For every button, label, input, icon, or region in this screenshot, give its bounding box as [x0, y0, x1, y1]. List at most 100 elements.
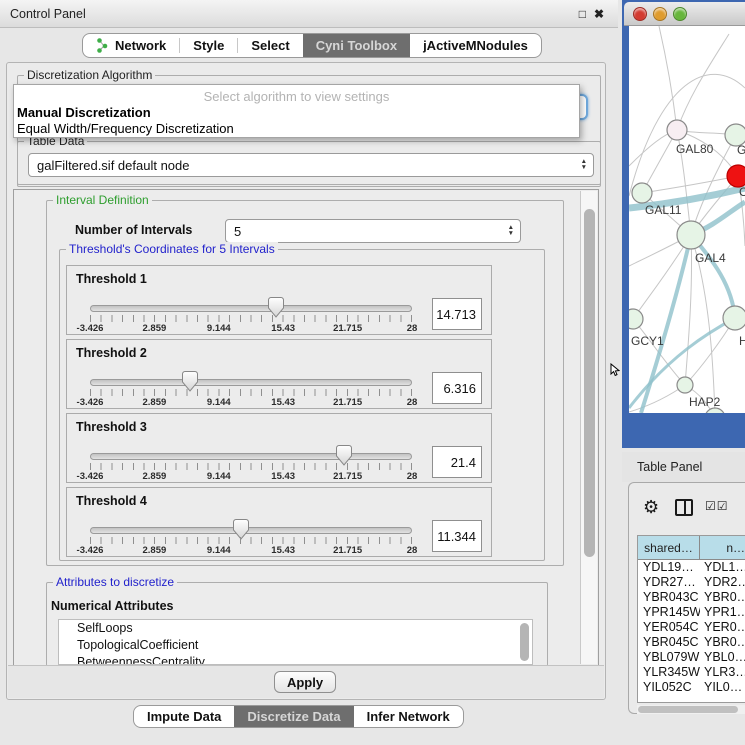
cell[interactable]: YLR345W — [638, 665, 700, 680]
table-row[interactable]: YBL079WYBL0… — [638, 650, 745, 665]
tab-cyni-toolbox[interactable]: Cyni Toolbox — [303, 34, 410, 57]
node-label-cut: C — [739, 185, 745, 199]
table-row[interactable]: YER054CYER0… — [638, 620, 745, 635]
discretization-algorithm-group-title: Discretization Algorithm — [24, 68, 155, 82]
network-node[interactable] — [632, 183, 652, 203]
select-columns-icon[interactable]: ☑☑ — [705, 499, 729, 513]
column-header-name[interactable]: n… — [700, 536, 745, 559]
tab-infer-network[interactable]: Infer Network — [354, 706, 463, 727]
scale-label: -3.426 — [77, 545, 104, 556]
columns-icon[interactable] — [675, 499, 693, 516]
table-panel-titlebar: Table Panel — [622, 452, 745, 482]
tab-style[interactable]: Style — [180, 34, 237, 57]
table-row[interactable]: YDR27…YDR2… — [638, 575, 745, 590]
threshold-1-value-field[interactable]: 14.713 — [432, 298, 482, 330]
list-item[interactable]: SelfLoops — [59, 620, 532, 637]
list-scrollbar-thumb[interactable] — [520, 623, 529, 661]
column-header-shared-name[interactable]: shared… — [638, 536, 700, 559]
tab-impute-data[interactable]: Impute Data — [134, 706, 234, 727]
network-node[interactable] — [677, 377, 693, 393]
network-node[interactable] — [723, 306, 745, 330]
cell[interactable]: YDL1… — [700, 560, 745, 575]
network-node[interactable] — [677, 221, 705, 249]
float-window-icon[interactable]: □ — [579, 7, 586, 21]
table-row[interactable]: YPR145WYPR1… — [638, 605, 745, 620]
scale-label: 15.43 — [271, 323, 295, 334]
algorithm-option-equal-width[interactable]: Equal Width/Frequency Discretization — [17, 121, 234, 136]
settings-vertical-scrollbar[interactable] — [580, 191, 597, 664]
cell[interactable]: YDL19… — [638, 560, 700, 575]
cell[interactable]: YBR045C — [638, 635, 700, 650]
network-node[interactable] — [667, 120, 687, 140]
threshold-3-value-field[interactable]: 21.4 — [432, 446, 482, 478]
cell[interactable]: YPR145W — [638, 605, 700, 620]
tab-jactivemnodules[interactable]: jActiveMNodules — [410, 34, 541, 57]
scale-label: 2.859 — [143, 323, 167, 334]
threshold-4-slider-track[interactable] — [90, 527, 412, 534]
cell[interactable]: YIL052C — [638, 680, 700, 695]
table-data-combobox-value: galFiltered.sif default node — [37, 158, 189, 173]
table-horizontal-scrollbar[interactable] — [637, 705, 745, 714]
table-horizontal-scrollbar-thumb[interactable] — [638, 706, 738, 713]
mouse-cursor — [610, 363, 620, 377]
network-canvas[interactable]: GAL80 G. C GAL11 GAL4 GCY1 H HAP2 — [629, 26, 745, 413]
gear-icon[interactable]: ⚙ — [643, 497, 659, 517]
table-row[interactable]: YBR043CYBR0… — [638, 590, 745, 605]
close-traffic-light[interactable] — [633, 7, 647, 21]
list-item[interactable]: BetweennessCentrality — [59, 654, 532, 665]
tab-impute-data-label: Impute Data — [147, 709, 221, 724]
cell[interactable]: YLR3… — [700, 665, 745, 680]
tab-network[interactable]: Network — [83, 34, 179, 57]
table-row[interactable]: YDL19…YDL1… — [638, 560, 745, 575]
cell[interactable]: YIL0… — [700, 680, 745, 695]
threshold-4-value-field[interactable]: 11.344 — [432, 520, 482, 552]
cell[interactable]: YBL079W — [638, 650, 700, 665]
cell[interactable]: YPR1… — [700, 605, 745, 620]
scale-label: 9.144 — [207, 545, 231, 556]
network-node-selected[interactable] — [727, 165, 745, 187]
scale-label: 28 — [407, 323, 418, 334]
attributes-group: Attributes to discretize Numerical Attri… — [46, 582, 548, 666]
slider-scale: -3.426 2.859 9.144 15.43 21.715 28 — [90, 397, 412, 409]
table-row[interactable]: YLR345WYLR3… — [638, 665, 745, 680]
screen: Control Panel □ ✖ Network Style Select C… — [0, 0, 745, 745]
settings-vertical-scrollbar-thumb[interactable] — [584, 209, 595, 557]
threshold-2-label: Threshold 2 — [76, 346, 147, 360]
cell[interactable]: YER0… — [700, 620, 745, 635]
table-row[interactable]: YBR045CYBR0… — [638, 635, 745, 650]
threshold-3-label: Threshold 3 — [76, 420, 147, 434]
cell[interactable]: YBR0… — [700, 635, 745, 650]
algorithm-placeholder-option[interactable]: Select algorithm to view settings — [14, 89, 579, 104]
threshold-1-slider-track[interactable] — [90, 305, 412, 312]
cell[interactable]: YBR0… — [700, 590, 745, 605]
list-item[interactable]: TopologicalCoefficient — [59, 637, 532, 654]
tab-cyni-toolbox-label: Cyni Toolbox — [316, 38, 397, 53]
table-data-combobox[interactable]: galFiltered.sif default node ▲▼ — [28, 153, 594, 177]
close-window-icon[interactable]: ✖ — [594, 7, 604, 21]
cell[interactable]: YDR2… — [700, 575, 745, 590]
threshold-1-panel: Threshold 1 -3.426 2.859 9.144 15.43 21.… — [66, 265, 492, 335]
scale-label: 28 — [407, 397, 418, 408]
network-node[interactable] — [629, 309, 643, 329]
tab-discretize-data[interactable]: Discretize Data — [234, 706, 353, 727]
node-table-header: shared… n… — [638, 536, 745, 560]
numerical-attributes-list[interactable]: SelfLoops TopologicalCoefficient Between… — [58, 619, 533, 665]
table-row[interactable]: YIL052CYIL0… — [638, 680, 745, 695]
tab-select[interactable]: Select — [238, 34, 302, 57]
zoom-traffic-light[interactable] — [673, 7, 687, 21]
cell[interactable]: YER054C — [638, 620, 700, 635]
cell[interactable]: YDR27… — [638, 575, 700, 590]
cell[interactable]: YBR043C — [638, 590, 700, 605]
number-of-intervals-combobox[interactable]: 5 ▲▼ — [225, 219, 521, 243]
slider-scale: -3.426 2.859 9.144 15.43 21.715 28 — [90, 545, 412, 557]
minimize-traffic-light[interactable] — [653, 7, 667, 21]
scale-label: 28 — [407, 545, 418, 556]
algorithm-option-manual[interactable]: Manual Discretization — [17, 105, 151, 120]
scale-label: 21.715 — [333, 323, 362, 334]
network-icon — [96, 38, 109, 53]
cell[interactable]: YBL0… — [700, 650, 745, 665]
threshold-2-value-field[interactable]: 6.316 — [432, 372, 482, 404]
threshold-3-slider-track[interactable] — [90, 453, 412, 460]
apply-button[interactable]: Apply — [274, 671, 336, 693]
threshold-2-slider-track[interactable] — [90, 379, 412, 386]
